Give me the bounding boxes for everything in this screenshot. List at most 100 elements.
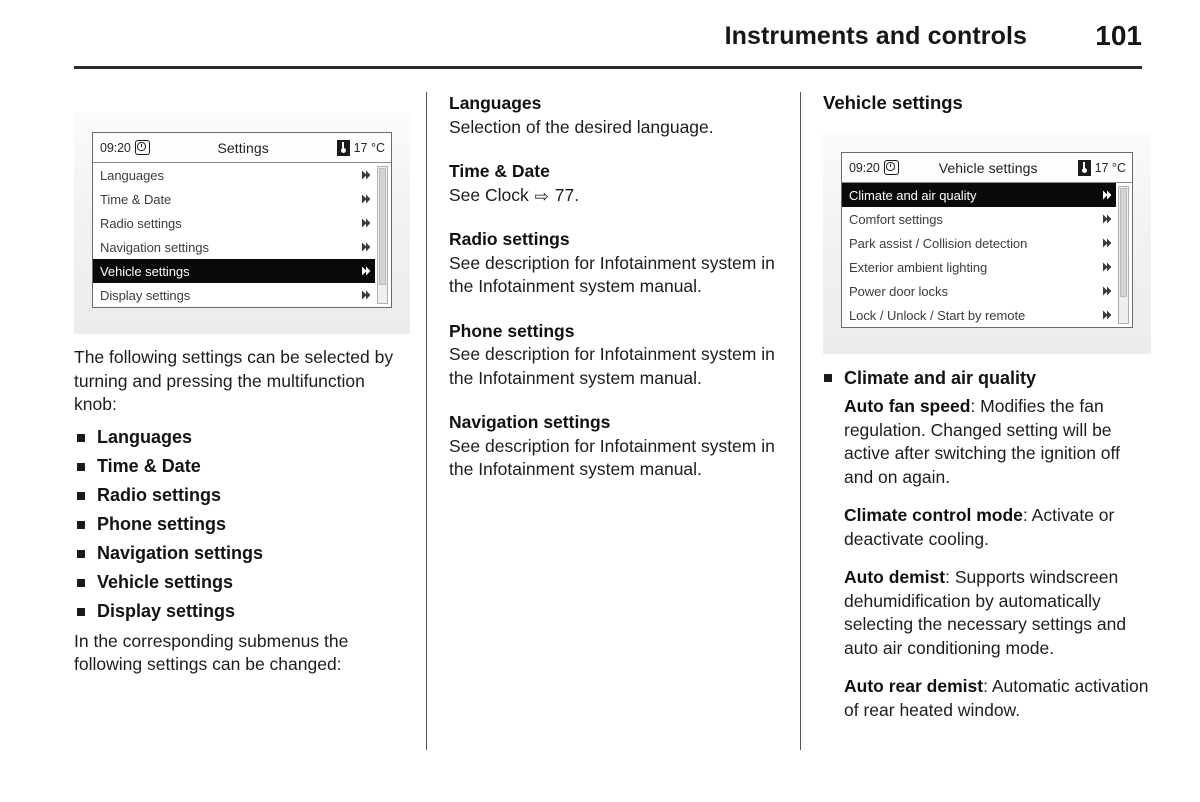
climate-entry-term: Auto rear demist <box>844 676 984 696</box>
bullet-item-label: Time & Date <box>97 455 201 476</box>
section-heading: Radio settings <box>449 229 570 249</box>
bullet-item-label: Radio settings <box>97 484 222 505</box>
section-body: See Clock ⇨ 77. <box>449 184 779 208</box>
chevron-right-icon <box>362 290 371 300</box>
climate-bullet-heading: Climate and air quality <box>823 366 1153 390</box>
thermometer-icon <box>1077 159 1091 176</box>
right-column-heading: Vehicle settings <box>823 92 963 113</box>
menu-row-2[interactable]: Radio settings <box>93 211 375 235</box>
bullet-item-5: Vehicle settings <box>74 568 404 597</box>
menu-row-5[interactable]: Display settings <box>93 283 375 307</box>
temperature-value: 17 °C <box>1094 160 1126 175</box>
settings-display-screen: 09:20 Settings 17 °C Languages Time & Dat… <box>92 132 392 308</box>
bullet-item-6: Display settings <box>74 597 404 626</box>
settings-scrollbar[interactable] <box>375 163 391 307</box>
menu-row-label: Navigation settings <box>100 239 209 255</box>
scrollbar-track[interactable] <box>1118 186 1129 324</box>
menu-row-3[interactable]: Navigation settings <box>93 235 375 259</box>
vehicle-display-status-bar: 09:20 Vehicle settings 17 °C <box>842 153 1132 183</box>
settings-display-body: Languages Time & Date Radio settings Naviga… <box>93 163 391 307</box>
menu-row-label: Display settings <box>100 287 191 303</box>
temperature-readout: 17 °C <box>1077 159 1126 176</box>
menu-row-label: Exterior ambient lighting <box>849 259 988 275</box>
chevron-right-icon <box>362 170 371 180</box>
menu-row-label: Vehicle settings <box>100 263 190 279</box>
bullet-item-1: Time & Date <box>74 452 404 481</box>
chevron-right-icon <box>362 242 371 252</box>
square-bullet-icon <box>77 433 85 442</box>
bullet-item-label: Phone settings <box>97 513 227 534</box>
menu-row-label: Park assist / Collision detection <box>849 235 1028 251</box>
clock-time: 09:20 <box>100 140 131 155</box>
section-body-prefix: See Clock <box>449 184 534 205</box>
square-bullet-icon <box>77 520 85 529</box>
section-body: See description for Infotainment system … <box>449 344 775 388</box>
chevron-right-icon <box>362 266 371 276</box>
vehicle-scrollbar[interactable] <box>1116 183 1132 327</box>
submenu-arrow-icon <box>361 193 371 205</box>
section-heading: Phone settings <box>449 320 575 341</box>
scrollbar-thumb[interactable] <box>1120 188 1127 297</box>
middle-sections: Languages Selection of the desired langua… <box>449 92 779 482</box>
middle-section-2: Radio settings See description for Infota… <box>449 228 779 299</box>
chevron-right-icon <box>1103 310 1112 320</box>
clock-time: 09:20 <box>849 160 880 175</box>
middle-section-3: Phone settings See description for Infota… <box>449 320 779 391</box>
bullet-item-3: Phone settings <box>74 510 404 539</box>
settings-bullet-list: Languages Time & Date Radio settings Phone … <box>74 423 404 626</box>
chevron-right-icon <box>1103 262 1112 272</box>
cross-reference-arrow-icon: ⇨ <box>534 186 549 206</box>
menu-row-4[interactable]: Power door locks <box>842 279 1116 303</box>
middle-section-1: Time & Date See Clock ⇨ 77. <box>449 160 779 207</box>
submenu-arrow-icon <box>361 217 371 229</box>
closing-paragraph: In the corresponding submenus the follow… <box>74 630 349 675</box>
menu-row-1[interactable]: Time & Date <box>93 187 375 211</box>
menu-row-0[interactable]: Languages <box>93 163 375 187</box>
submenu-arrow-icon <box>1102 213 1112 225</box>
settings-display-title: Settings <box>217 139 269 156</box>
square-bullet-icon <box>77 491 85 500</box>
square-bullet-icon <box>77 578 85 587</box>
menu-row-2[interactable]: Park assist / Collision detection <box>842 231 1116 255</box>
middle-column: Languages Selection of the desired langua… <box>449 92 779 482</box>
page-number: 101 <box>1095 20 1142 51</box>
scrollbar-thumb[interactable] <box>379 168 386 285</box>
menu-row-1[interactable]: Comfort settings <box>842 207 1116 231</box>
chevron-right-icon <box>1103 238 1112 248</box>
page-header: Instruments and controls 101 <box>74 20 1142 64</box>
header-divider-rule <box>74 66 1142 69</box>
climate-entry-0: Auto fan speed: Modifies the fan regulat… <box>844 395 1153 489</box>
section-heading: Time & Date <box>449 161 550 181</box>
menu-row-3[interactable]: Exterior ambient lighting <box>842 255 1116 279</box>
page-title: Instruments and controls <box>724 22 1027 50</box>
menu-row-0[interactable]: Climate and air quality <box>842 183 1116 207</box>
climate-entry-1: Climate control mode: Activate or deacti… <box>844 504 1153 551</box>
climate-entry-term: Auto demist <box>844 567 946 587</box>
menu-row-label: Radio settings <box>100 215 182 231</box>
section-heading: Languages <box>449 93 542 113</box>
bullet-item-label: Display settings <box>97 600 236 621</box>
climate-entry-list: Auto fan speed: Modifies the fan regulat… <box>823 395 1153 722</box>
settings-display-status-bar: 09:20 Settings 17 °C <box>93 133 391 163</box>
section-body: Selection of the desired language. <box>449 116 714 137</box>
square-bullet-icon <box>77 607 85 616</box>
intro-paragraph: The following settings can be selected b… <box>74 347 394 414</box>
chevron-right-icon <box>362 194 371 204</box>
submenu-arrow-icon <box>361 169 371 181</box>
scrollbar-track[interactable] <box>377 166 388 304</box>
bullet-item-4: Navigation settings <box>74 539 404 568</box>
column-divider-right <box>800 92 802 750</box>
menu-row-4[interactable]: Vehicle settings <box>93 259 375 283</box>
climate-entry-term: Climate control mode <box>844 505 1023 525</box>
submenu-arrow-icon <box>361 289 371 301</box>
menu-row-label: Time & Date <box>100 191 172 207</box>
submenu-arrow-icon <box>361 265 371 277</box>
clock-icon <box>883 160 899 175</box>
submenu-arrow-icon <box>361 241 371 253</box>
right-column: Vehicle settings 09:20 Vehicle settings … <box>823 92 1153 722</box>
bullet-item-0: Languages <box>74 423 404 452</box>
menu-row-label: Languages <box>100 167 164 183</box>
section-body: See description for Infotainment system … <box>449 435 775 480</box>
menu-row-5[interactable]: Lock / Unlock / Start by remote <box>842 303 1116 327</box>
bullet-item-label: Vehicle settings <box>97 571 234 592</box>
